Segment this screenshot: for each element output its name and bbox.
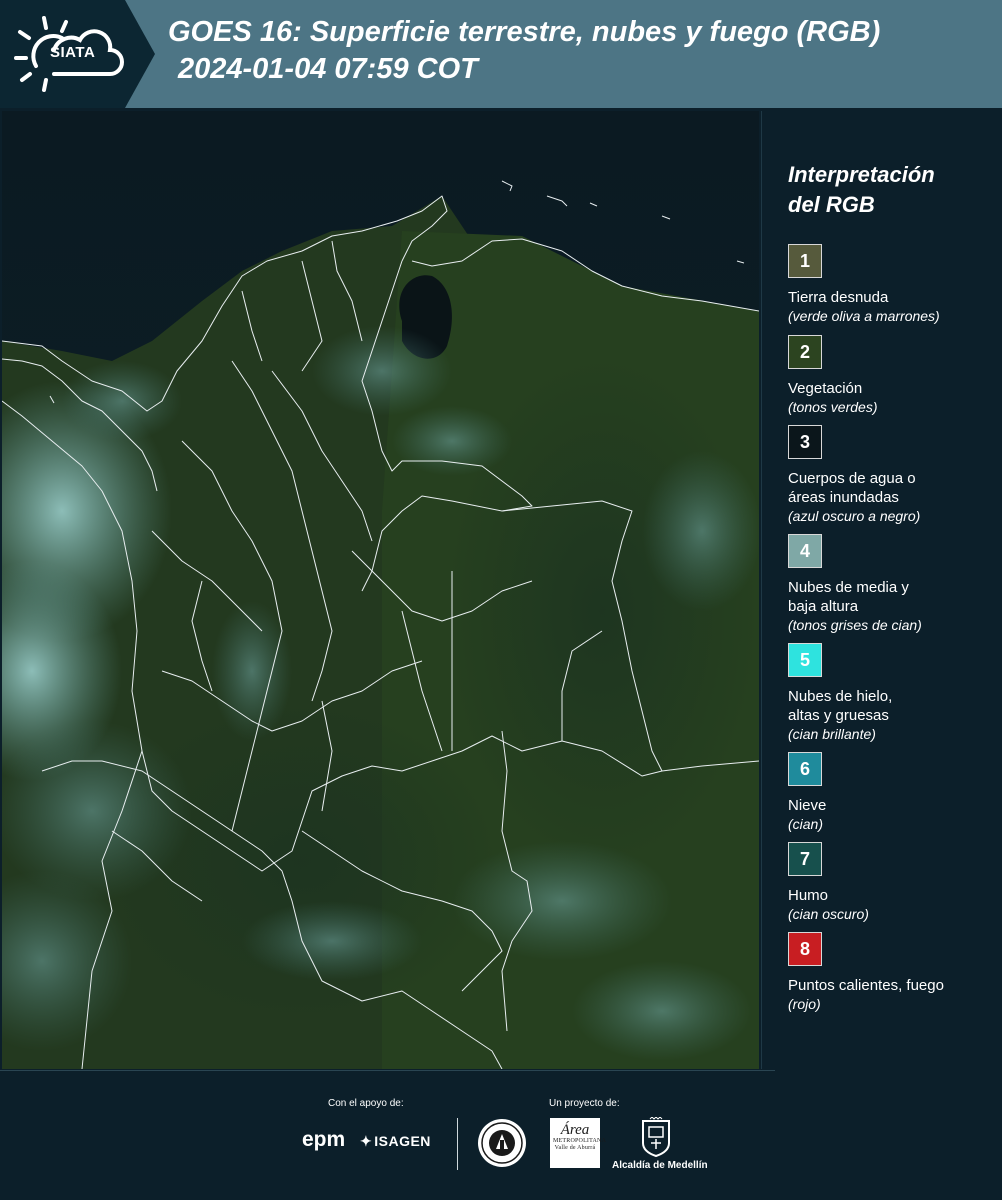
footer-separator [457, 1118, 458, 1170]
legend-item-7: 7 Humo (cian oscuro) [788, 842, 988, 924]
title-line-1: GOES 16: Superficie terrestre, nubes y f… [168, 16, 881, 48]
isagen-logo: ✦ ISAGEN [360, 1133, 431, 1150]
legend-label-7: Humo (cian oscuro) [788, 886, 988, 924]
legend-item-2: 2 Vegetación (tonos verdes) [788, 335, 988, 417]
isagen-mark-icon: ✦ [360, 1133, 373, 1149]
support-caption: Con el apoyo de: [328, 1098, 404, 1109]
legend-sub-2: (tonos verdes) [788, 399, 878, 415]
legend-label-4: Nubes de media y baja altura (tonos gris… [788, 578, 988, 635]
legend-sub-1: (verde oliva a marrones) [788, 308, 940, 324]
legend-label-1-line-1: Tierra desnuda [788, 289, 889, 306]
university-seal-icon [478, 1119, 526, 1167]
legend-swatch-7: 7 [788, 842, 822, 876]
legend-label-3: Cuerpos de agua o áreas inundadas (azul … [788, 469, 988, 526]
legend-swatch-1: 1 [788, 244, 822, 278]
legend-label-1: Tierra desnuda (verde oliva a marrones) [788, 288, 988, 326]
legend-label-4-line-2: baja altura [788, 598, 859, 615]
title-line-2: 2024-01-04 07:59 COT [178, 53, 478, 85]
legend-label-2: Vegetación (tonos verdes) [788, 379, 988, 417]
area-logo-word: Área [560, 1122, 590, 1138]
legend-swatch-3: 3 [788, 425, 822, 459]
legend-item-6: 6 Nieve (cian) [788, 752, 988, 834]
map-divider-vertical [761, 111, 762, 1069]
legend-title-line-2: del RGB [788, 192, 875, 217]
legend-swatch-5: 5 [788, 643, 822, 677]
alcaldia-shield-icon [642, 1117, 670, 1157]
legend-label-8-line-1: Puntos calientes, fuego [788, 977, 944, 994]
area-logo-line-1: METROPOLITANA [553, 1138, 607, 1144]
legend-swatch-8: 8 [788, 932, 822, 966]
legend-item-4: 4 Nubes de media y baja altura (tonos gr… [788, 534, 988, 635]
legend-label-5: Nubes de hielo, altas y gruesas (cian br… [788, 687, 988, 744]
footer-divider [0, 1070, 775, 1071]
legend-sub-3: (azul oscuro a negro) [788, 508, 921, 524]
legend-label-3-line-2: áreas inundadas [788, 489, 899, 506]
legend-sub-8: (rojo) [788, 996, 821, 1012]
siata-logo: SIATA [0, 0, 155, 108]
legend-item-5: 5 Nubes de hielo, altas y gruesas (cian … [788, 643, 988, 744]
legend-label-3-line-1: Cuerpos de agua o [788, 470, 916, 487]
logo-text: SIATA [50, 44, 96, 61]
legend-sub-6: (cian) [788, 816, 824, 832]
area-logo-line-2: Valle de Aburrá [554, 1145, 596, 1151]
project-caption: Un proyecto de: [549, 1098, 620, 1109]
satellite-map [2, 111, 759, 1069]
area-metropolitana-logo: Área METROPOLITANA Valle de Aburrá [550, 1118, 607, 1168]
page-title: GOES 16: Superficie terrestre, nubes y f… [168, 14, 880, 88]
legend-label-6-line-1: Nieve [788, 797, 827, 814]
legend-swatch-4: 4 [788, 534, 822, 568]
legend-sub-7: (cian oscuro) [788, 906, 869, 922]
legend-sub-5: (cian brillante) [788, 726, 876, 742]
legend-label-2-line-1: Vegetación [788, 380, 863, 397]
map-image [2, 111, 759, 1069]
legend-label-6: Nieve (cian) [788, 796, 988, 834]
epm-logo: epm [302, 1128, 346, 1151]
legend-sub-4: (tonos grises de cian) [788, 617, 922, 633]
legend-swatch-6: 6 [788, 752, 822, 786]
legend-swatch-2: 2 [788, 335, 822, 369]
legend-item-3: 3 Cuerpos de agua o áreas inundadas (azu… [788, 425, 988, 526]
legend-label-4-line-1: Nubes de media y [788, 579, 909, 596]
legend-title: Interpretación del RGB [788, 160, 988, 220]
legend-item-8: 8 Puntos calientes, fuego (rojo) [788, 932, 988, 1014]
header-bar: SIATA GOES 16: Superficie terrestre, nub… [0, 0, 1002, 108]
legend-label-7-line-1: Humo [788, 887, 829, 904]
legend-label-5-line-2: altas y gruesas [788, 707, 889, 724]
legend-item-1: 1 Tierra desnuda (verde oliva a marrones… [788, 244, 988, 326]
alcaldia-text: Alcaldía de Medellín [612, 1160, 708, 1171]
legend-label-5-line-1: Nubes de hielo, [788, 688, 893, 705]
legend-title-line-1: Interpretación [788, 162, 935, 187]
legend-label-8: Puntos calientes, fuego (rojo) [788, 976, 988, 1014]
isagen-text: ISAGEN [374, 1133, 431, 1149]
